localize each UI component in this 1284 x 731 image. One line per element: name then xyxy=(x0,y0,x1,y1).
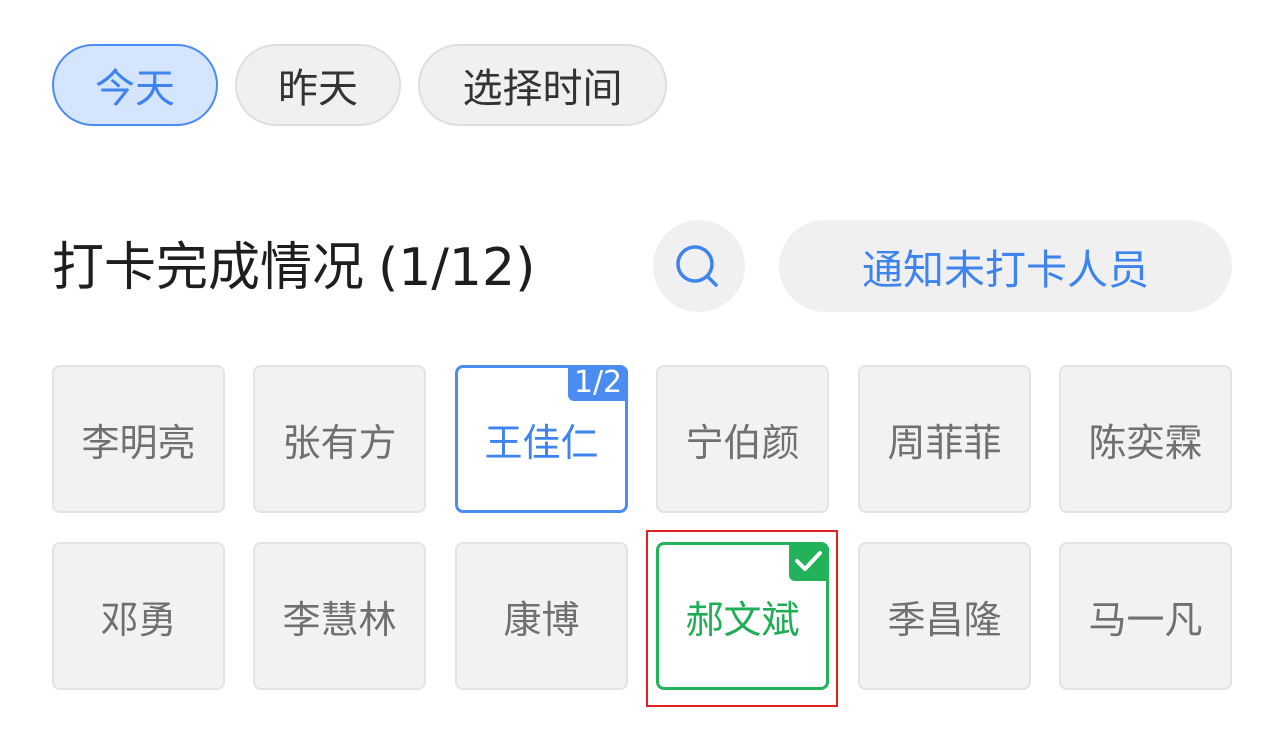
member-cell[interactable]: 张有方 xyxy=(253,365,426,513)
member-name: 邓勇 xyxy=(100,597,177,642)
member-cell[interactable]: 李明亮 xyxy=(52,365,225,513)
checkin-title-label: 打卡完成情况 xyxy=(52,238,365,298)
member-cell[interactable]: 邓勇 xyxy=(52,542,225,690)
checkin-progress-count: (1/12) xyxy=(378,238,536,298)
member-name: 季昌隆 xyxy=(887,597,1002,642)
member-name: 张有方 xyxy=(282,420,397,465)
member-cell[interactable]: 陈奕霖 xyxy=(1059,365,1232,513)
check-icon xyxy=(795,551,822,571)
member-name: 李慧林 xyxy=(282,597,397,642)
progress-badge: 1/2 xyxy=(568,365,628,401)
search-icon xyxy=(676,245,718,287)
search-button[interactable] xyxy=(653,220,745,312)
member-cell[interactable]: 周菲菲 xyxy=(858,365,1031,513)
member-name: 周菲菲 xyxy=(887,420,1002,465)
member-name: 郝文斌 xyxy=(685,597,800,642)
member-cell[interactable]: 郝文斌 xyxy=(656,542,829,690)
member-name: 马一凡 xyxy=(1088,597,1203,642)
member-cell[interactable]: 王佳仁 1/2 xyxy=(455,365,628,513)
member-cell[interactable]: 季昌隆 xyxy=(858,542,1031,690)
member-name: 王佳仁 xyxy=(484,420,599,465)
member-name: 陈奕霖 xyxy=(1088,420,1203,465)
notify-unchecked-button[interactable]: 通知未打卡人员 xyxy=(779,220,1232,312)
filter-today-button[interactable]: 今天 xyxy=(52,44,218,126)
member-name: 宁伯颜 xyxy=(685,420,800,465)
filter-yesterday-button[interactable]: 昨天 xyxy=(235,44,401,126)
checkin-section-title: 打卡完成情况 (1/12) xyxy=(52,236,535,300)
filter-pick-time-button[interactable]: 选择时间 xyxy=(418,44,667,126)
member-cell[interactable]: 李慧林 xyxy=(253,542,426,690)
member-name: 康博 xyxy=(503,597,580,642)
member-cell[interactable]: 康博 xyxy=(455,542,628,690)
member-name: 李明亮 xyxy=(81,420,196,465)
member-cell[interactable]: 马一凡 xyxy=(1059,542,1232,690)
member-cell[interactable]: 宁伯颜 xyxy=(656,365,829,513)
complete-badge xyxy=(789,542,829,581)
